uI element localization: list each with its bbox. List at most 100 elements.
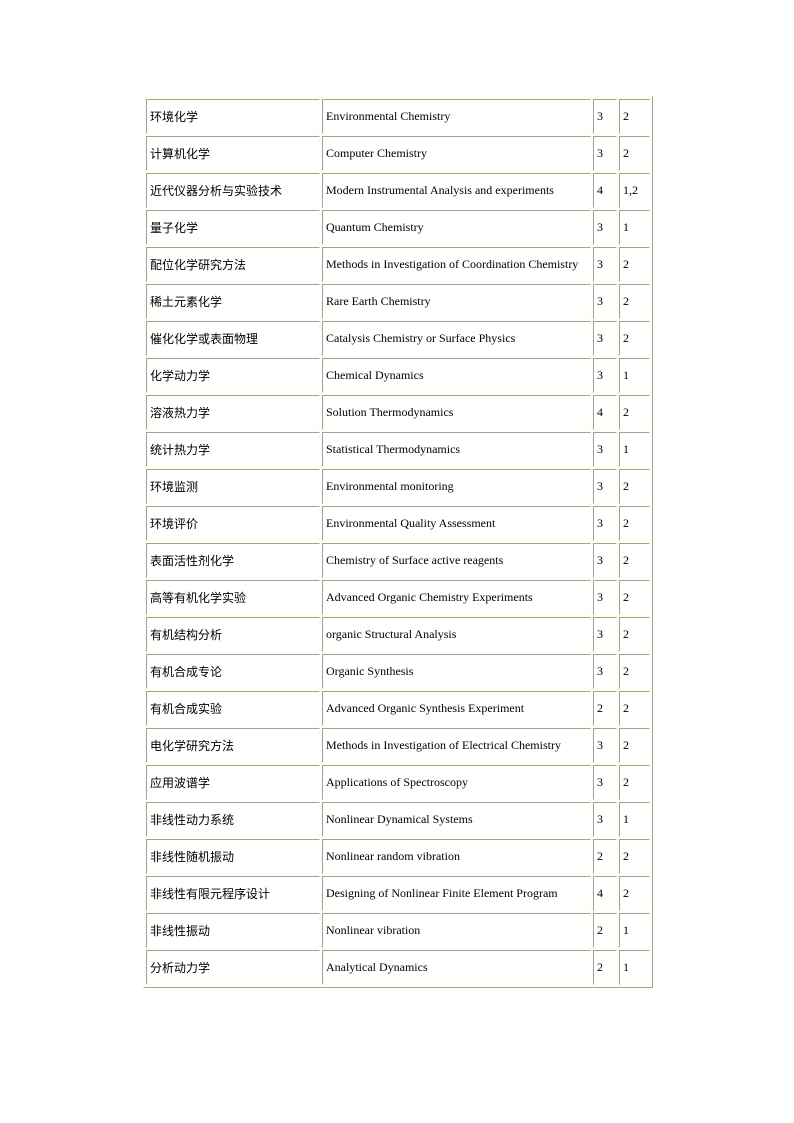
credit-cell: 3 [593,617,617,652]
credit-cell: 3 [593,321,617,356]
table-row: 环境化学 Environmental Chemistry 3 2 [146,99,650,134]
semester-cell: 2 [619,839,650,874]
course-name-english-cell: Chemistry of Surface active reagents [322,543,591,578]
credit-cell: 2 [593,950,617,985]
document-page: 环境化学 Environmental Chemistry 3 2 计算机化学 Comput… [0,0,794,1123]
table-row: 计算机化学 Computer Chemistry 3 2 [146,136,650,171]
table-row: 化学动力学 Chemical Dynamics 3 1 [146,358,650,393]
course-name-chinese-cell: 配位化学研究方法 [146,247,320,282]
course-name-english-cell: Quantum Chemistry [322,210,591,245]
semester-cell: 1 [619,358,650,393]
course-name-chinese-cell: 有机合成实验 [146,691,320,726]
course-name-english-cell: Modern Instrumental Analysis and experim… [322,173,591,208]
course-name-chinese-cell: 溶液热力学 [146,395,320,430]
table-row: 电化学研究方法 Methods in Investigation of Elect… [146,728,650,763]
course-name-chinese-cell: 近代仪器分析与实验技术 [146,173,320,208]
table-row: 应用波谱学 Applications of Spectroscopy 3 2 [146,765,650,800]
course-name-chinese-cell: 有机结构分析 [146,617,320,652]
semester-cell: 2 [619,284,650,319]
table-row: 配位化学研究方法 Methods in Investigation of Coor… [146,247,650,282]
course-name-english-cell: Nonlinear vibration [322,913,591,948]
semester-cell: 2 [619,506,650,541]
credit-cell: 3 [593,99,617,134]
semester-cell: 1 [619,950,650,985]
course-name-chinese-cell: 非线性动力系统 [146,802,320,837]
course-name-chinese-cell: 量子化学 [146,210,320,245]
course-name-english-cell: Environmental Chemistry [322,99,591,134]
credit-cell: 2 [593,839,617,874]
credit-cell: 3 [593,802,617,837]
semester-cell: 2 [619,99,650,134]
table-row: 近代仪器分析与实验技术 Modern Instrumental Analysis … [146,173,650,208]
course-name-chinese-cell: 非线性随机振动 [146,839,320,874]
course-name-chinese-cell: 计算机化学 [146,136,320,171]
table-row: 高等有机化学实验 Advanced Organic Chemistry Exper… [146,580,650,615]
credit-cell: 3 [593,580,617,615]
credit-cell: 2 [593,691,617,726]
course-name-english-cell: Chemical Dynamics [322,358,591,393]
semester-cell: 2 [619,321,650,356]
semester-cell: 1 [619,432,650,467]
table-row: 非线性有限元程序设计 Designing of Nonlinear Finite … [146,876,650,911]
course-name-english-cell: Advanced Organic Chemistry Experiments [322,580,591,615]
table-row: 环境监测 Environmental monitoring 3 2 [146,469,650,504]
credit-cell: 3 [593,210,617,245]
course-name-chinese-cell: 稀土元素化学 [146,284,320,319]
table-row: 表面活性剂化学 Chemistry of Surface active reage… [146,543,650,578]
course-name-chinese-cell: 环境化学 [146,99,320,134]
credit-cell: 4 [593,395,617,430]
semester-cell: 2 [619,617,650,652]
credit-cell: 3 [593,432,617,467]
credit-cell: 3 [593,284,617,319]
table-row: 统计热力学 Statistical Thermodynamics 3 1 [146,432,650,467]
course-name-chinese-cell: 有机合成专论 [146,654,320,689]
semester-cell: 1 [619,802,650,837]
course-name-chinese-cell: 非线性有限元程序设计 [146,876,320,911]
semester-cell: 1,2 [619,173,650,208]
credit-cell: 4 [593,173,617,208]
credit-cell: 3 [593,469,617,504]
semester-cell: 1 [619,210,650,245]
course-table: 环境化学 Environmental Chemistry 3 2 计算机化学 Comput… [143,96,653,988]
course-name-english-cell: Advanced Organic Synthesis Experiment [322,691,591,726]
table-row: 有机合成专论 Organic Synthesis 3 2 [146,654,650,689]
credit-cell: 4 [593,876,617,911]
course-name-english-cell: Rare Earth Chemistry [322,284,591,319]
semester-cell: 2 [619,247,650,282]
semester-cell: 2 [619,691,650,726]
course-name-chinese-cell: 统计热力学 [146,432,320,467]
semester-cell: 1 [619,913,650,948]
credit-cell: 3 [593,543,617,578]
table-row: 量子化学 Quantum Chemistry 3 1 [146,210,650,245]
course-name-english-cell: Analytical Dynamics [322,950,591,985]
semester-cell: 2 [619,543,650,578]
table-row: 分析动力学 Analytical Dynamics 2 1 [146,950,650,985]
semester-cell: 2 [619,765,650,800]
credit-cell: 3 [593,506,617,541]
course-name-english-cell: Computer Chemistry [322,136,591,171]
course-name-chinese-cell: 分析动力学 [146,950,320,985]
course-name-english-cell: Statistical Thermodynamics [322,432,591,467]
semester-cell: 2 [619,469,650,504]
course-name-english-cell: Methods in Investigation of Coordination… [322,247,591,282]
semester-cell: 2 [619,728,650,763]
table-row: 稀土元素化学 Rare Earth Chemistry 3 2 [146,284,650,319]
course-name-english-cell: Solution Thermodynamics [322,395,591,430]
course-name-english-cell: Designing of Nonlinear Finite Element Pr… [322,876,591,911]
course-name-english-cell: Methods in Investigation of Electrical C… [322,728,591,763]
semester-cell: 2 [619,654,650,689]
course-name-chinese-cell: 电化学研究方法 [146,728,320,763]
table-row: 非线性振动 Nonlinear vibration 2 1 [146,913,650,948]
course-name-english-cell: Nonlinear random vibration [322,839,591,874]
semester-cell: 2 [619,395,650,430]
credit-cell: 3 [593,654,617,689]
course-name-english-cell: Organic Synthesis [322,654,591,689]
course-name-chinese-cell: 高等有机化学实验 [146,580,320,615]
semester-cell: 2 [619,876,650,911]
course-name-chinese-cell: 非线性振动 [146,913,320,948]
table-row: 非线性随机振动 Nonlinear random vibration 2 2 [146,839,650,874]
course-name-english-cell: Environmental Quality Assessment [322,506,591,541]
credit-cell: 2 [593,913,617,948]
course-name-chinese-cell: 环境监测 [146,469,320,504]
table-row: 催化化学或表面物理 Catalysis Chemistry or Surface … [146,321,650,356]
